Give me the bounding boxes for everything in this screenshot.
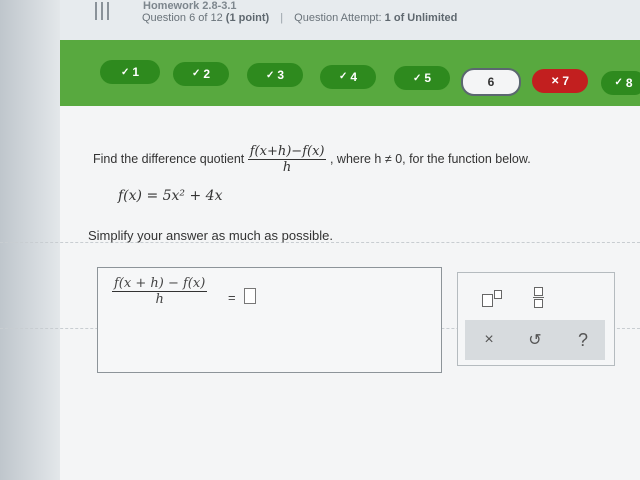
question-nav-label: 1 [132,65,140,79]
check-icon: ✓ [614,77,623,88]
menu-icon[interactable] [92,2,114,24]
answer-denominator: h [155,292,164,307]
question-nav-label: 5 [424,71,432,85]
dq-denominator: h [282,160,292,175]
question-nav-item-1[interactable]: ✓ 1 [100,60,160,84]
fraction-icon[interactable] [526,285,550,309]
exponent-icon[interactable] [480,285,504,309]
difference-quotient: f(x+h)−f(x) h [247,144,327,175]
instruction: Simplify your answer as much as possible… [88,228,333,243]
dq-numerator: f(x+h)−f(x) [247,144,327,160]
question-nav-item-4[interactable]: ✓ 4 [320,64,376,89]
question-nav-item-5[interactable]: ✓ 5 [394,66,450,90]
question-nav-label: 4 [350,69,358,84]
homework-title: Homework 2.8-3.1 [143,0,237,12]
check-icon: ✓ [120,66,130,78]
left-shadow [0,0,60,480]
question-number: Question 6 of 12 [142,12,223,24]
problem-prefix: Find the difference quotient [93,151,245,166]
question-nav-item-6[interactable]: 6 [461,67,521,96]
x-icon: ✕ [550,75,560,87]
check-icon: ✓ [265,69,275,81]
answer-input[interactable] [244,288,256,304]
question-info: Question 6 of 12 (1 point) | Question At… [142,12,458,24]
equals-sign: = [228,290,236,305]
attempt-value: 1 of Unlimited [384,12,458,24]
check-icon: ✓ [338,71,348,82]
help-icon[interactable]: ? [571,328,595,352]
question-nav-label: 2 [203,66,211,81]
clear-icon[interactable]: × [477,328,501,352]
check-icon: ✓ [412,72,422,84]
problem-statement: Find the difference quotient f(x+h)−f(x)… [93,144,531,175]
screen: Homework 2.8-3.1 Question 6 of 12 (1 poi… [0,0,640,480]
question-nav-label: 6 [487,74,495,89]
question-nav-item-7[interactable]: ✕ 7 [532,69,588,93]
function-definition: f(x) = 5x² + 4x [118,188,223,204]
question-nav-label: 7 [562,74,570,88]
undo-icon[interactable]: ↺ [523,328,547,352]
answer-box[interactable]: f(x + h) − f(x) h = [97,267,442,373]
question-nav-item-2[interactable]: ✓ 2 [173,61,229,86]
question-nav-item-8[interactable]: ✓ 8 [601,70,640,95]
question-nav-label: 3 [277,68,285,82]
question-points: (1 point) [225,12,270,24]
question-nav-item-3[interactable]: ✓ 3 [247,63,303,87]
palette-actions: × ↺ ? [465,320,605,360]
question-nav-label: 8 [625,75,633,90]
check-icon: ✓ [191,68,201,79]
attempt-label: Question Attempt: [294,12,382,24]
problem-suffix: , where h ≠ 0, for the function below. [329,151,531,166]
answer-numerator: f(x + h) − f(x) [112,276,208,292]
math-palette: × ↺ ? [457,272,615,366]
answer-fraction: f(x + h) − f(x) h [112,276,208,307]
